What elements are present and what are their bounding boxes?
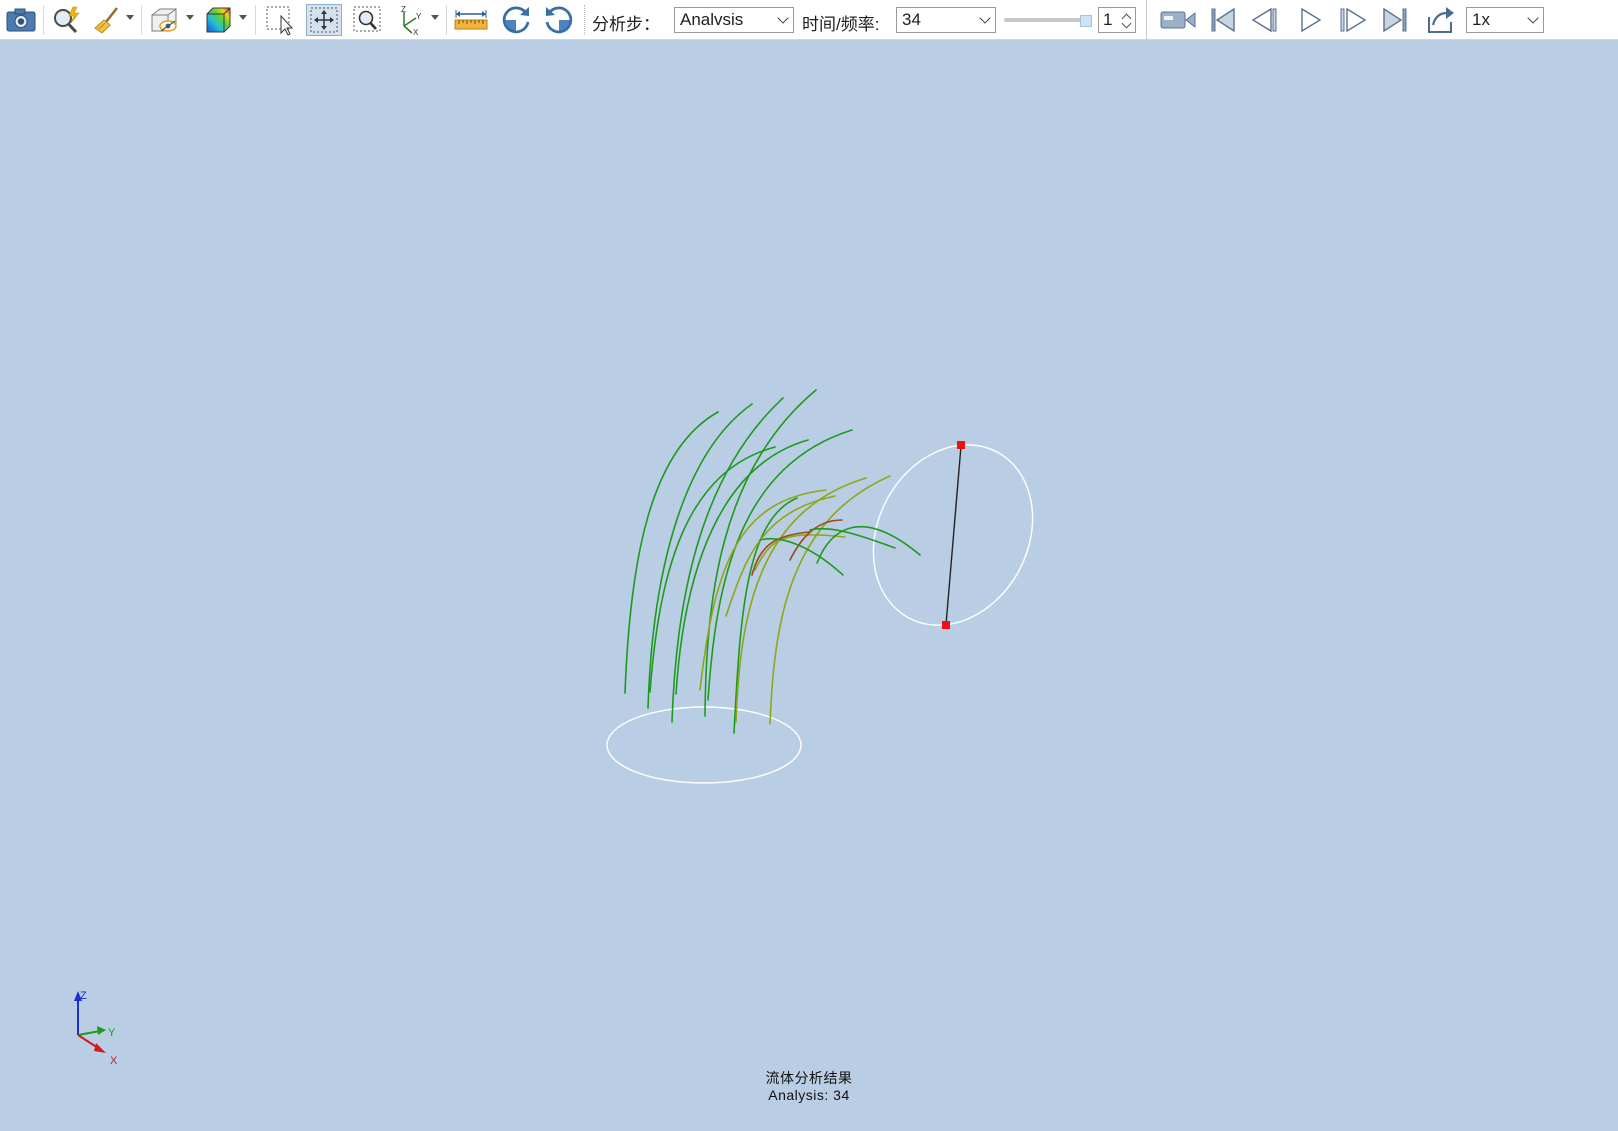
node-marker[interactable] xyxy=(957,441,965,449)
speed-select[interactable]: 1x xyxy=(1466,7,1544,33)
frame-spinner-value: 1 xyxy=(1103,10,1113,29)
node-marker[interactable] xyxy=(942,621,950,629)
outlet-boundary xyxy=(872,441,1034,629)
camera-icon[interactable] xyxy=(4,4,38,36)
time-label: 时间/频率: xyxy=(802,15,880,34)
spin-down-icon[interactable] xyxy=(1121,18,1132,29)
broom-icon[interactable] xyxy=(92,4,122,36)
time-select[interactable]: 34 xyxy=(896,7,996,33)
prev-frame-icon[interactable] xyxy=(1248,4,1282,36)
play-icon[interactable] xyxy=(1294,4,1326,36)
visibility-icon[interactable] xyxy=(148,4,182,36)
step-label: 分析步： xyxy=(592,15,660,34)
last-frame-icon[interactable] xyxy=(1380,4,1412,36)
streamlines xyxy=(624,389,921,734)
pan-icon[interactable] xyxy=(306,4,342,36)
select-icon[interactable] xyxy=(263,4,299,36)
next-frame-icon[interactable] xyxy=(1336,4,1370,36)
axis-x-label: X xyxy=(110,1055,118,1067)
time-select-value: 34 xyxy=(902,10,921,29)
axis-y-label: Y xyxy=(108,1027,116,1039)
axes-icon[interactable]: Z Y X xyxy=(394,4,426,36)
svg-text:X: X xyxy=(413,28,419,36)
step-select-value: Analvsis xyxy=(680,10,744,29)
result-caption-title: 流体分析结果 xyxy=(765,1070,853,1086)
first-frame-icon[interactable] xyxy=(1206,4,1238,36)
frame-slider[interactable] xyxy=(1004,15,1092,27)
rotate-ccw-icon[interactable] xyxy=(541,4,577,36)
zoom-window-icon[interactable] xyxy=(350,4,386,36)
chevron-down-icon xyxy=(979,12,991,24)
step-select[interactable]: Analvsis xyxy=(674,7,794,33)
svg-text:Y: Y xyxy=(416,12,422,21)
export-icon[interactable] xyxy=(1424,4,1458,36)
frame-spinner[interactable]: 1 xyxy=(1098,7,1136,33)
ruler-icon[interactable] xyxy=(452,4,490,36)
chevron-down-icon xyxy=(1527,12,1539,24)
model-viewport[interactable]: Z Y X xyxy=(0,41,1618,1131)
speed-select-value: 1x xyxy=(1472,10,1490,29)
axis-triad: Z Y X xyxy=(74,990,118,1067)
query-icon[interactable] xyxy=(50,4,84,36)
svg-text:Z: Z xyxy=(401,5,406,14)
record-icon[interactable] xyxy=(1158,4,1198,36)
axis-z-label: Z xyxy=(80,990,87,1002)
result-caption-subtitle: Analysis: 34 xyxy=(768,1087,850,1103)
contour-icon[interactable] xyxy=(202,4,234,36)
toolbar: Z Y X 分析步： Analvsis 时间/频率: 34 1 1x xyxy=(0,0,1618,40)
chevron-down-icon xyxy=(777,12,789,24)
inlet-boundary xyxy=(606,706,802,784)
rotate-cw-icon[interactable] xyxy=(498,4,534,36)
frame-slider-thumb[interactable] xyxy=(1080,15,1092,27)
